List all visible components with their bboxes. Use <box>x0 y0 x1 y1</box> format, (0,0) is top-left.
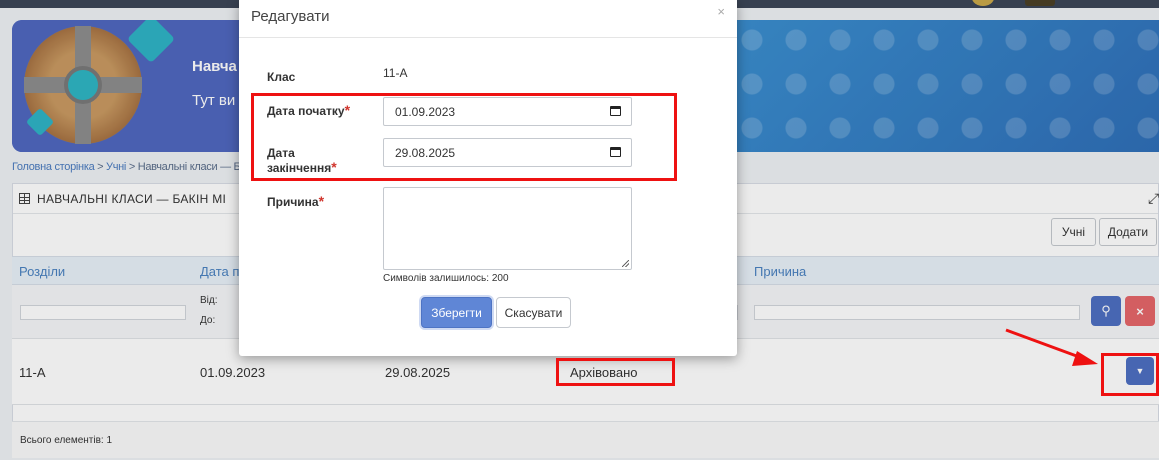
class-label: Клас <box>267 70 296 84</box>
reason-label-text: Причина <box>267 195 319 209</box>
cancel-button[interactable]: Скасувати <box>496 297 571 328</box>
save-button[interactable]: Зберегти <box>421 297 492 328</box>
annotation-box-actions <box>1101 353 1159 396</box>
class-value: 11-А <box>383 66 408 80</box>
close-icon[interactable]: × <box>717 4 725 19</box>
chars-remaining-text: Символів залишилось: 200 <box>383 273 509 284</box>
modal-title: Редагувати <box>251 8 330 25</box>
modal-header: Редагувати × <box>239 0 737 38</box>
required-mark: * <box>318 193 325 209</box>
reason-label: Причина* <box>267 194 324 209</box>
reason-textarea[interactable] <box>383 187 632 270</box>
resize-handle-icon[interactable] <box>622 260 629 267</box>
annotation-box-dates <box>251 93 677 181</box>
annotation-box-status <box>556 358 675 386</box>
